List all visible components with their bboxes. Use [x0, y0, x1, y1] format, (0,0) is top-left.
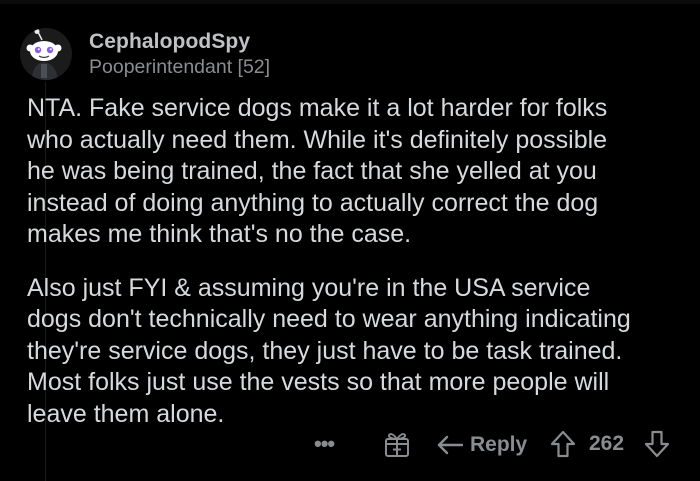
upvote-arrow-icon[interactable] — [549, 429, 577, 459]
avatar[interactable] — [20, 28, 72, 80]
paragraph: Also just FYI & assuming you're in the U… — [27, 273, 692, 431]
snoo-avatar-icon — [26, 29, 62, 80]
text-line: who actually need them. While it's defin… — [27, 125, 608, 154]
comment-body: NTA. Fake service dogs make it a lot har… — [27, 93, 692, 430]
text-line: makes me think that's no the case. — [27, 220, 412, 248]
text-line: they're service dogs, they just have to … — [27, 336, 623, 365]
reply-arrow-icon — [437, 435, 464, 455]
paragraph: NTA. Fake service dogs make it a lot har… — [27, 93, 692, 251]
text-line: leave them alone. — [27, 399, 225, 428]
username[interactable]: CephalopodSpy — [89, 30, 250, 54]
reply-button[interactable]: Reply — [436, 428, 527, 462]
text-line: instead of doing anything to actually co… — [27, 188, 599, 217]
text-line: he was being trained, the fact that she … — [27, 157, 597, 185]
comment-actions: ••• Reply 262 — [0, 425, 700, 465]
top-divider — [0, 0, 700, 4]
reply-label: Reply — [470, 433, 528, 456]
user-flair: Pooperintendant [52] — [89, 56, 271, 78]
gift-award-icon[interactable] — [384, 430, 410, 458]
downvote-arrow-icon[interactable] — [643, 429, 671, 459]
text-line: Also just FYI & assuming you're in the U… — [27, 273, 591, 302]
more-options-icon[interactable]: ••• — [314, 429, 342, 459]
text-line: NTA. Fake service dogs make it a lot har… — [27, 94, 608, 122]
text-line: dogs don't technically need to wear anyt… — [27, 305, 631, 333]
text-line: Most folks just use the vests so that mo… — [27, 368, 610, 396]
vote-score: 262 — [589, 432, 625, 455]
